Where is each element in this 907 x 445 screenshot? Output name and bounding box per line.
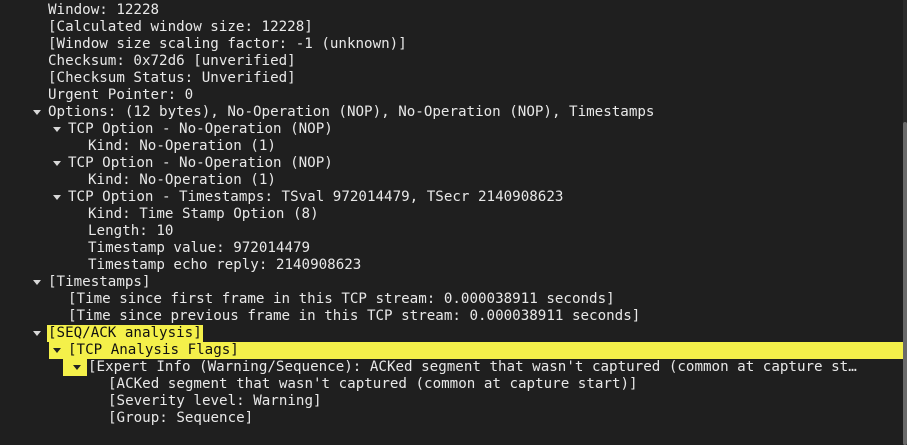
tree-row[interactable]: Urgent Pointer: 0 (0, 87, 903, 104)
tree-row[interactable]: Window: 12228 (0, 2, 903, 19)
chevron-down-icon[interactable] (31, 104, 43, 121)
chevron-down-icon[interactable] (51, 189, 63, 206)
tree-row[interactable]: TCP Option - No-Operation (NOP) (0, 121, 903, 138)
tree-row-label: Timestamp value: 972014479 (88, 240, 311, 256)
tree-row-label: TCP Option - No-Operation (NOP) (68, 121, 333, 137)
vertical-scrollbar[interactable] (903, 0, 907, 445)
tree-row-label: [Timestamps] (48, 274, 151, 290)
tree-row-label: Options: (12 bytes), No-Operation (NOP),… (48, 104, 655, 120)
chevron-down-icon[interactable] (31, 274, 43, 291)
tree-row-label: [SEQ/ACK analysis] (47, 325, 203, 342)
tree-row-label: [Severity level: Warning] (108, 393, 322, 409)
tree-row-label: TCP Option - No-Operation (NOP) (68, 155, 333, 171)
tree-row-label: [Time since previous frame in this TCP s… (68, 308, 641, 324)
tree-row-label: Checksum: 0x72d6 [unverified] (48, 53, 296, 69)
tree-row-label: Timestamp echo reply: 2140908623 (88, 257, 362, 273)
tree-row[interactable]: Timestamp echo reply: 2140908623 (0, 257, 903, 274)
tree-row[interactable]: Timestamp value: 972014479 (0, 240, 903, 257)
tree-row-label: [ACKed segment that wasn't captured (com… (108, 376, 638, 392)
tree-row[interactable]: [Time since first frame in this TCP stre… (0, 291, 903, 308)
tree-row[interactable]: [Severity level: Warning] (0, 393, 903, 410)
tree-row-label: Window: 12228 (48, 2, 160, 18)
tree-row-label: Kind: No-Operation (1) (88, 138, 276, 154)
tree-row[interactable]: Length: 10 (0, 223, 903, 240)
tree-row[interactable]: Kind: No-Operation (1) (0, 172, 903, 189)
tree-row-label: TCP Option - Timestamps: TSval 972014479… (68, 189, 564, 205)
chevron-down-icon[interactable] (51, 121, 63, 138)
tree-row-label: [Calculated window size: 12228] (48, 19, 313, 35)
tree-row[interactable]: [Timestamps] (0, 274, 903, 291)
tree-row[interactable]: [Window size scaling factor: -1 (unknown… (0, 36, 903, 53)
chevron-down-icon[interactable] (31, 325, 43, 342)
tree-row[interactable]: [ACKed segment that wasn't captured (com… (0, 376, 903, 393)
tree-row[interactable]: [Time since previous frame in this TCP s… (0, 308, 903, 325)
tree-row[interactable]: Kind: Time Stamp Option (8) (0, 206, 903, 223)
tree-row[interactable]: [SEQ/ACK analysis] (0, 325, 903, 342)
chevron-down-icon[interactable] (71, 359, 83, 376)
tree-row[interactable]: [TCP Analysis Flags] (49, 342, 903, 359)
tree-row[interactable]: Checksum: 0x72d6 [unverified] (0, 53, 903, 70)
tree-row[interactable]: TCP Option - No-Operation (NOP) (0, 155, 903, 172)
chevron-down-icon[interactable] (51, 155, 63, 172)
tree-row-label: Urgent Pointer: 0 (48, 87, 194, 103)
tree-row-label: Kind: No-Operation (1) (88, 172, 276, 188)
tree-row[interactable]: TCP Option - Timestamps: TSval 972014479… (0, 189, 903, 206)
tree-row-label: [Time since first frame in this TCP stre… (68, 291, 615, 307)
scrollbar-thumb[interactable] (903, 122, 907, 445)
chevron-down-icon[interactable] (51, 342, 63, 359)
tree-row[interactable]: [Checksum Status: Unverified] (0, 70, 903, 87)
tree-row[interactable]: Options: (12 bytes), No-Operation (NOP),… (0, 104, 903, 121)
packet-details-tree[interactable]: Window: 12228 [Calculated window size: 12… (0, 0, 907, 445)
tree-row-label: [Window size scaling factor: -1 (unknown… (48, 36, 407, 52)
tree-row-label: Length: 10 (88, 223, 174, 239)
tree-row-label: Kind: Time Stamp Option (8) (88, 206, 319, 222)
tree-row[interactable]: Kind: No-Operation (1) (0, 138, 903, 155)
tree-row[interactable]: [Expert Info (Warning/Sequence): ACKed s… (63, 359, 903, 376)
tree-row[interactable]: [Group: Sequence] (0, 410, 903, 427)
tree-row-label: [Checksum Status: Unverified] (48, 70, 296, 86)
tree-row-label: [Group: Sequence] (108, 410, 254, 426)
tree-row-label: [TCP Analysis Flags] (68, 342, 239, 358)
tree-row[interactable]: [Calculated window size: 12228] (0, 19, 903, 36)
tree-row-label: [Expert Info (Warning/Sequence): ACKed s… (87, 359, 903, 376)
